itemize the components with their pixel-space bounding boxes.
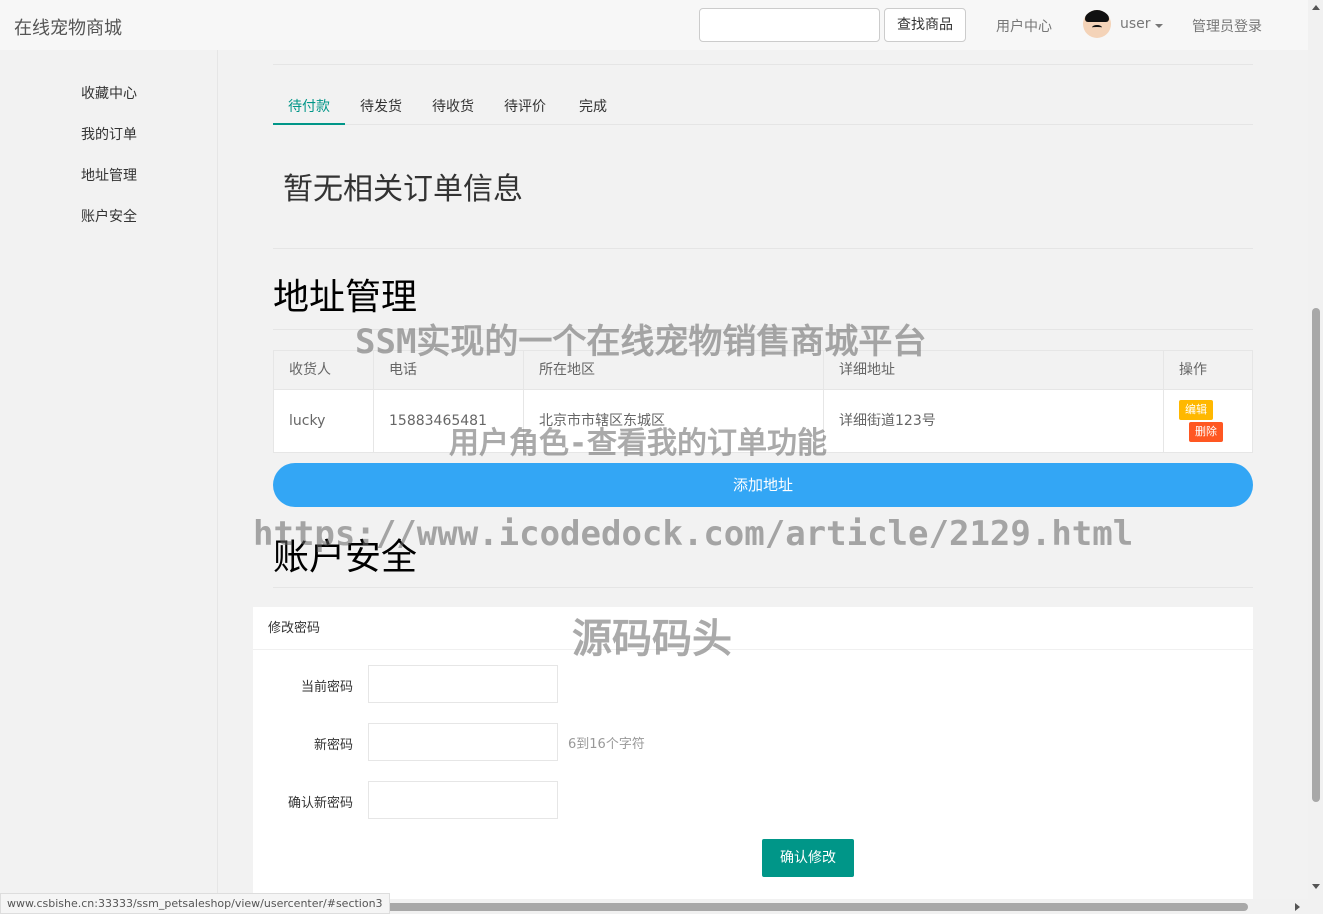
active-tab-indicator <box>273 123 345 125</box>
watermark-text: 源码码头 <box>572 616 732 662</box>
password-hint: 6到16个字符 <box>568 737 645 752</box>
scroll-up-icon[interactable] <box>1312 5 1320 10</box>
cell-name: lucky <box>274 390 374 452</box>
cell-actions: 编辑 删除 <box>1164 390 1254 452</box>
sidebar-item-favorites[interactable]: 收藏中心 <box>81 83 137 103</box>
card-title: 修改密码 <box>253 607 1253 650</box>
new-password-field[interactable] <box>368 723 558 761</box>
status-bar-url: www.csbishe.cn:33333/ssm_petsaleshop/vie… <box>0 893 390 914</box>
tab-completed[interactable]: 完成 <box>579 96 607 116</box>
top-navbar: 在线宠物商城 查找商品 用户中心 user 管理员登录 <box>0 0 1308 50</box>
vertical-scrollbar[interactable] <box>1308 0 1323 914</box>
brand-logo[interactable]: 在线宠物商城 <box>14 14 122 40</box>
nav-user-center[interactable]: 用户中心 <box>996 16 1052 36</box>
address-section-title: 地址管理 <box>273 277 418 318</box>
scroll-down-icon[interactable] <box>1312 884 1320 889</box>
current-password-label: 当前密码 <box>300 680 353 695</box>
tab-pending-payment[interactable]: 待付款 <box>288 96 330 116</box>
chevron-down-icon[interactable] <box>1155 24 1163 28</box>
cell-detail: 详细街道123号 <box>824 390 1164 452</box>
search-button[interactable]: 查找商品 <box>884 8 966 42</box>
sidebar-item-orders[interactable]: 我的订单 <box>81 124 137 144</box>
vertical-scroll-thumb[interactable] <box>1312 308 1320 802</box>
confirm-password-label: 确认新密码 <box>287 796 353 811</box>
sidebar-item-address[interactable]: 地址管理 <box>81 165 137 185</box>
confirm-change-button[interactable]: 确认修改 <box>762 839 854 877</box>
edit-address-button[interactable]: 编辑 <box>1179 400 1213 420</box>
avatar[interactable] <box>1083 10 1111 38</box>
divider <box>273 248 1253 249</box>
watermark-text: SSM实现的一个在线宠物销售商城平台 <box>355 322 927 362</box>
column-header: 操作 <box>1179 362 1207 378</box>
watermark-url: https://www.icodedock.com/article/2129.h… <box>253 514 1134 554</box>
confirm-password-field[interactable] <box>368 781 558 819</box>
scroll-right-icon[interactable] <box>1295 903 1300 911</box>
tab-pending-review[interactable]: 待评价 <box>504 96 546 116</box>
user-menu-toggle[interactable]: user <box>1120 16 1151 32</box>
tab-bar-line <box>273 124 1253 125</box>
search-input[interactable] <box>699 8 880 42</box>
delete-address-button[interactable]: 删除 <box>1189 422 1223 442</box>
add-address-button[interactable]: 添加地址 <box>273 463 1253 507</box>
tab-pending-receipt[interactable]: 待收货 <box>432 96 474 116</box>
watermark-text: 用户角色-查看我的订单功能 <box>449 426 828 461</box>
nav-admin-login[interactable]: 管理员登录 <box>1192 16 1262 36</box>
current-password-field[interactable] <box>368 665 558 703</box>
empty-orders-message: 暂无相关订单信息 <box>283 172 523 207</box>
new-password-label: 新密码 <box>313 738 353 753</box>
divider <box>273 587 1253 588</box>
divider <box>273 64 1253 65</box>
tab-pending-shipment[interactable]: 待发货 <box>360 96 402 116</box>
sidebar-item-security[interactable]: 账户安全 <box>81 206 137 226</box>
